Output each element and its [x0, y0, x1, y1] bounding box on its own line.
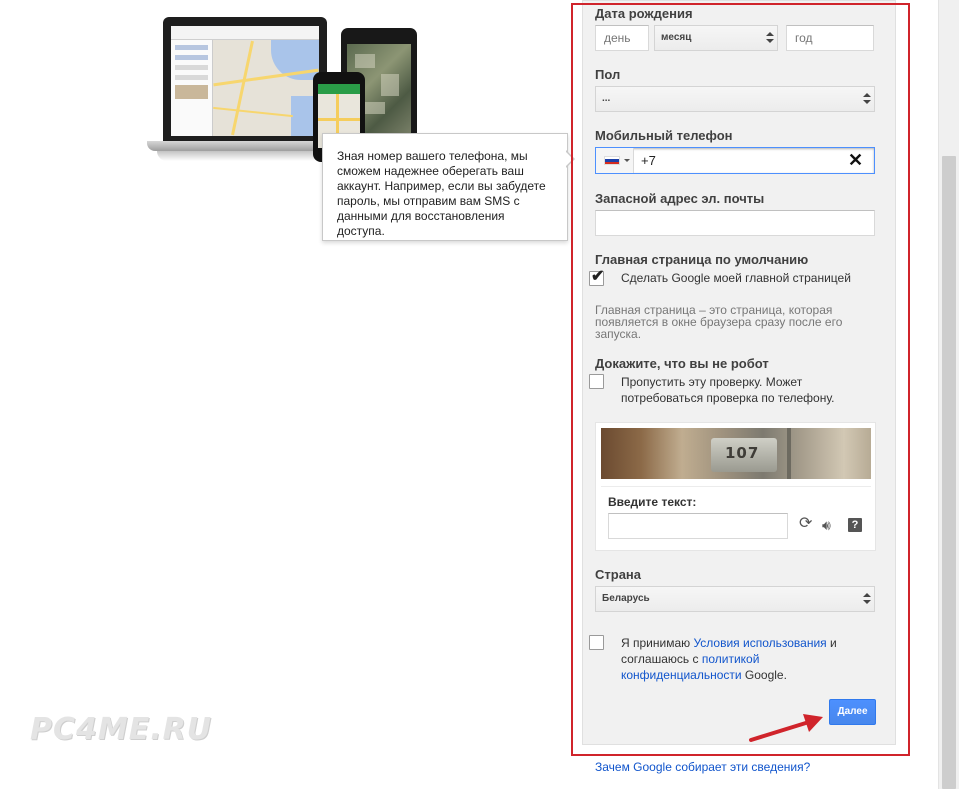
mobile-phone-value: +7 [641, 153, 656, 168]
vertical-scrollbar[interactable] [938, 0, 959, 789]
homepage-checkbox[interactable]: ✔ [589, 268, 605, 286]
birth-year-input[interactable] [786, 25, 874, 51]
refresh-icon[interactable]: ⟳ [799, 516, 812, 532]
terms-of-service-link[interactable]: Условия использования [693, 636, 826, 650]
watermark-logo: PC4ME.RU [30, 712, 213, 747]
select-arrows-icon [863, 93, 871, 105]
checkmark-icon: ✔ [591, 268, 605, 285]
skip-verification-label: Пропустить эту проверку. Может потребова… [621, 375, 835, 405]
terms-checkbox[interactable] [589, 635, 604, 650]
clear-icon[interactable]: ✕ [848, 149, 863, 171]
mobile-phone-field[interactable]: +7 ✕ [595, 147, 875, 174]
russia-flag-icon [604, 156, 620, 165]
birth-month-select[interactable]: месяц [654, 25, 778, 51]
captcha-input[interactable] [608, 513, 788, 539]
homepage-note: Главная страница – это страница, которая… [595, 303, 843, 341]
audio-icon[interactable]: 🔊︎ [822, 518, 831, 532]
birth-month-value: месяц [661, 32, 692, 43]
next-button[interactable]: Далее [829, 699, 876, 725]
captcha-image-text: 107 [725, 444, 760, 462]
phone-info-tooltip: Зная номер вашего телефона, мы сможем на… [322, 133, 568, 241]
mobile-phone-label: Мобильный телефон [595, 128, 733, 143]
country-code-dropdown[interactable] [596, 148, 634, 173]
signup-page: Зная номер вашего телефона, мы сможем на… [0, 0, 959, 789]
select-arrows-icon [766, 32, 774, 44]
captcha-input-label: Введите текст: [608, 495, 697, 509]
help-icon[interactable]: ? [848, 518, 862, 532]
why-google-collects-link[interactable]: Зачем Google собирает эти сведения? [595, 760, 810, 774]
laptop-map-screen [171, 26, 319, 136]
gender-value: ... [602, 93, 611, 104]
birth-day-input[interactable] [595, 25, 649, 51]
gender-label: Пол [595, 67, 621, 82]
country-select[interactable]: Беларусь [595, 586, 875, 612]
birth-date-label: Дата рождения [595, 6, 693, 21]
backup-email-label: Запасной адрес эл. почты [595, 191, 765, 206]
captcha-image: 107 [601, 428, 871, 479]
country-value: Беларусь [602, 593, 650, 604]
tooltip-text: Зная номер вашего телефона, мы сможем на… [337, 149, 546, 238]
default-homepage-label: Главная страница по умолчанию [595, 252, 809, 267]
scrollbar-thumb[interactable] [942, 156, 956, 789]
homepage-checkbox-label: Сделать Google моей главной страницей [621, 271, 851, 285]
terms-text: Я принимаю Условия использования и согла… [621, 636, 837, 682]
skip-verification-checkbox[interactable] [589, 374, 604, 389]
robot-check-label: Докажите, что вы не робот [595, 356, 769, 371]
chevron-down-icon [624, 159, 630, 162]
select-arrows-icon [863, 593, 871, 605]
country-label: Страна [595, 567, 642, 582]
red-arrow-annotation [749, 714, 823, 742]
backup-email-input[interactable] [595, 210, 875, 236]
gender-select[interactable]: ... [595, 86, 875, 112]
